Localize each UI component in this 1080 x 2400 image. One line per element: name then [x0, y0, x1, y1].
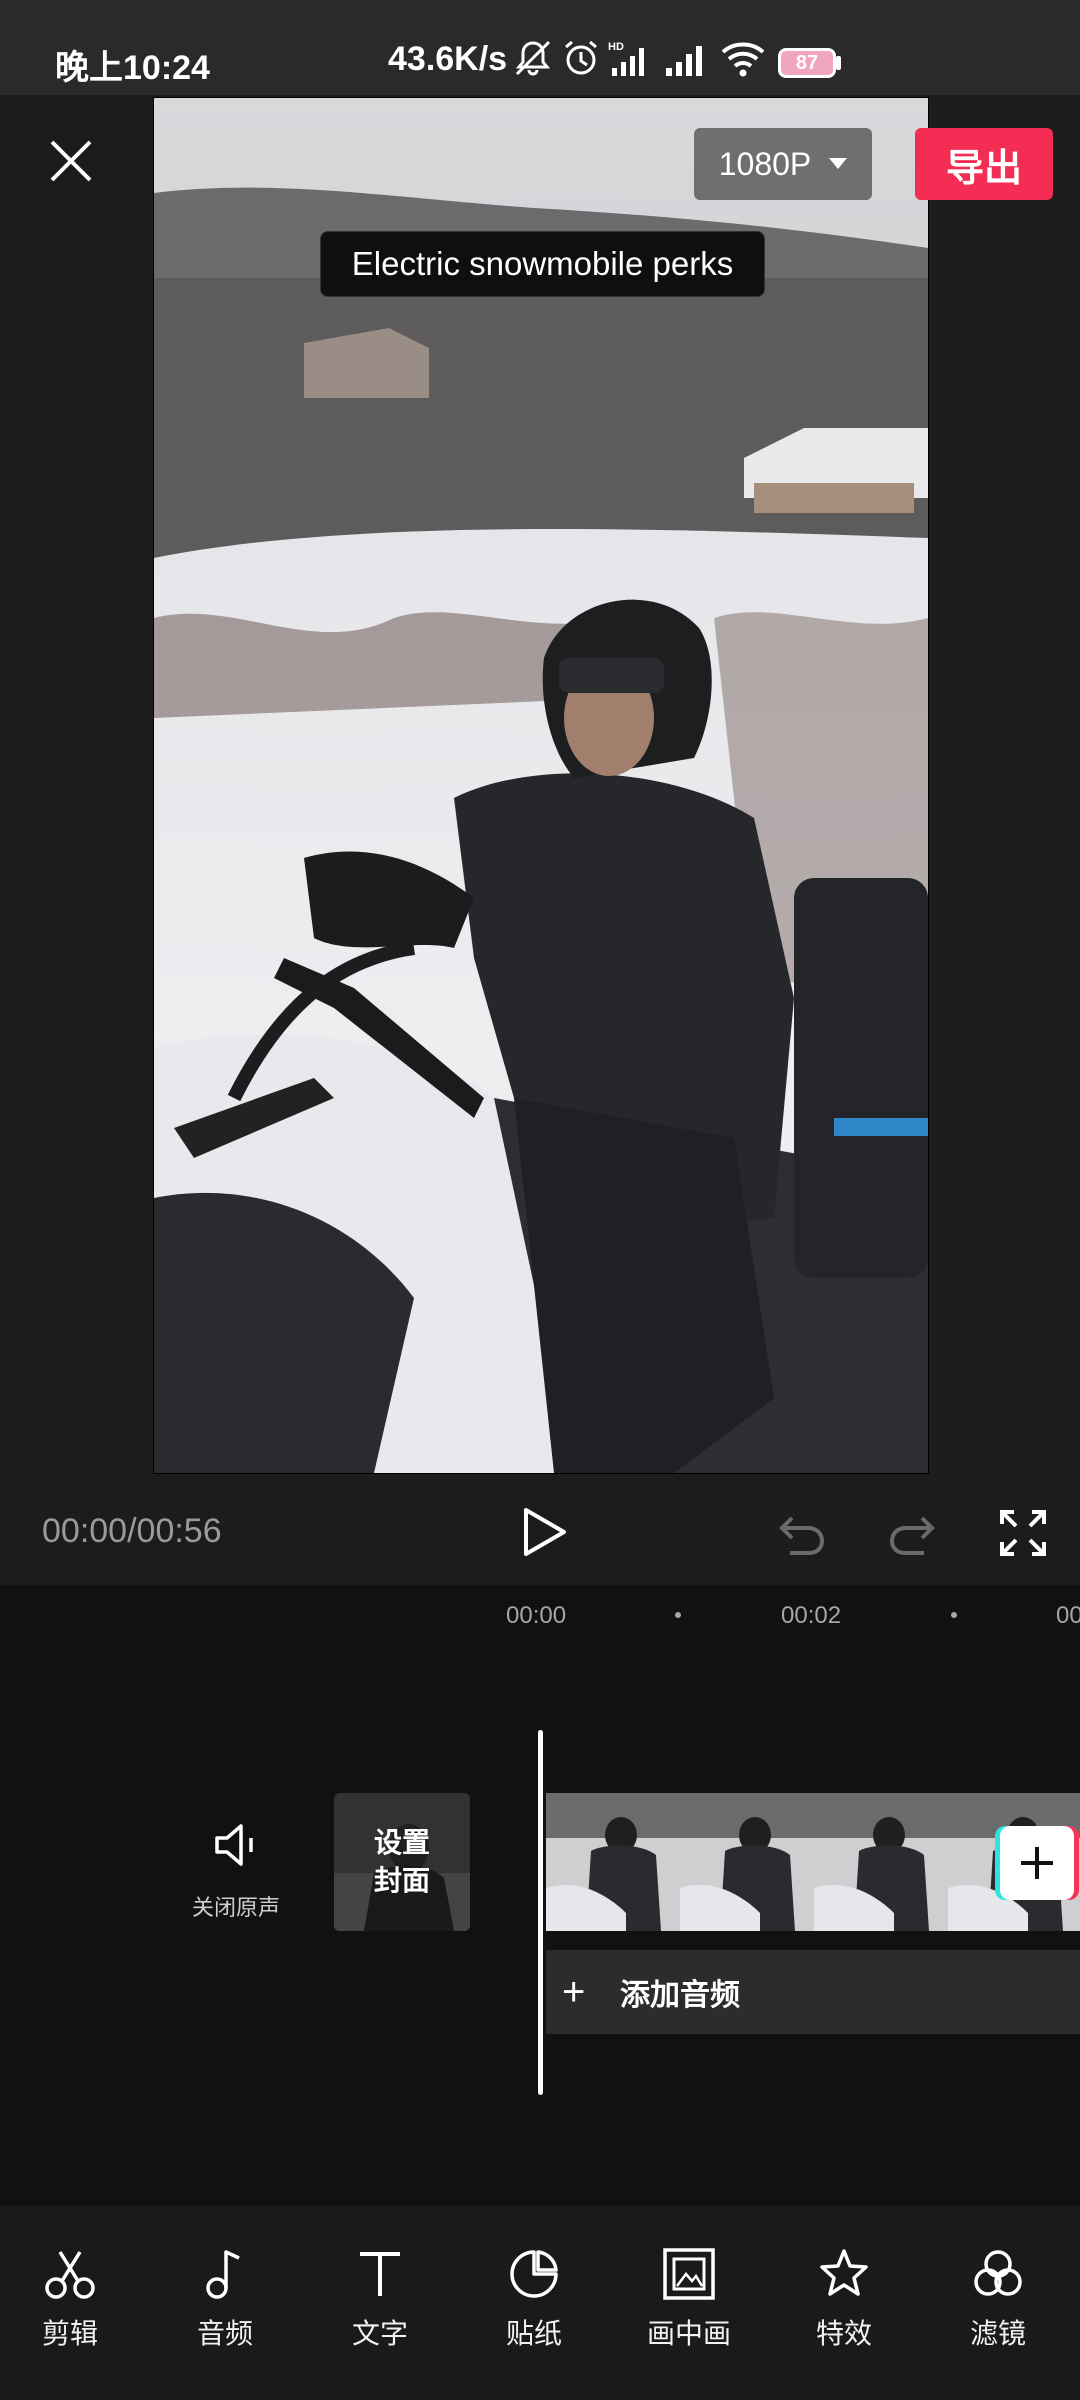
add-audio-label: 添加音频 — [620, 1979, 740, 2012]
set-cover-button[interactable]: 设置 封面 — [334, 1793, 470, 1931]
toolbar-item-filter[interactable]: 滤镜 — [928, 2246, 1068, 2366]
mute-original-audio-label: 关闭原声 — [192, 1895, 281, 1920]
text-icon — [360, 2252, 400, 2296]
sticker-icon — [510, 2250, 558, 2298]
add-audio-button[interactable]: + 添加音频 — [546, 1950, 1080, 2034]
filter-icon — [974, 2250, 1022, 2296]
status-network-speed: 43.6K/s — [388, 40, 508, 78]
toolbar-label: 文字 — [351, 2318, 408, 2349]
video-caption[interactable]: Electric snowmobile perks — [320, 231, 765, 297]
wifi-icon — [721, 42, 765, 77]
ruler-label: 00:0 — [1056, 1602, 1080, 1629]
playhead[interactable] — [538, 1730, 543, 2095]
ruler-label: 00:00 — [506, 1602, 567, 1629]
set-cover-label-line2: 封面 — [373, 1865, 430, 1896]
resolution-label: 1080P — [718, 145, 812, 182]
mute-bell-icon — [515, 40, 551, 76]
add-clip-button[interactable] — [1000, 1826, 1074, 1900]
picture-in-picture-icon — [663, 2248, 715, 2300]
toolbar-label: 特效 — [815, 2318, 872, 2349]
toolbar-item-edit[interactable]: 剪辑 — [0, 2246, 140, 2366]
hd-signal-icon: HD — [608, 41, 644, 76]
redo-icon[interactable] — [886, 1508, 938, 1558]
toolbar-label: 剪辑 — [41, 2318, 98, 2349]
chevron-down-icon — [829, 158, 848, 169]
clip-thumbnail — [546, 1793, 680, 1931]
clip-thumbnail — [814, 1793, 948, 1931]
clip-thumbnail — [680, 1793, 814, 1931]
signal-icon — [666, 46, 702, 76]
toolbar-item-sticker[interactable]: 贴纸 — [464, 2246, 604, 2366]
video-frame-image — [154, 98, 928, 1473]
playback-time: 00:00/00:56 — [42, 1512, 222, 1550]
toolbar-item-audio[interactable]: 音频 — [155, 2246, 295, 2366]
status-time: 晚上10:24 — [55, 49, 210, 87]
speaker-icon — [215, 1824, 253, 1866]
toolbar-label: 画中画 — [646, 2318, 731, 2349]
music-note-icon — [206, 2250, 240, 2299]
battery-tip — [836, 56, 841, 70]
toolbar-item-picture-in-picture[interactable]: 画中画 — [619, 2246, 759, 2366]
set-cover-label-line1: 设置 — [373, 1827, 430, 1858]
fullscreen-icon[interactable] — [998, 1508, 1048, 1558]
toolbar-label: 贴纸 — [505, 2318, 562, 2349]
plus-icon: + — [562, 1969, 586, 2014]
plus-icon — [1021, 1847, 1053, 1879]
ruler-label: 00:02 — [781, 1602, 842, 1629]
toolbar-item-text[interactable]: 文字 — [310, 2246, 450, 2366]
scissors-icon — [45, 2251, 95, 2299]
battery-icon: 87 — [778, 48, 836, 78]
export-button[interactable]: 导出 — [915, 128, 1053, 200]
undo-icon[interactable] — [776, 1508, 828, 1558]
play-icon[interactable] — [516, 1504, 572, 1560]
alarm-icon — [565, 40, 597, 75]
video-preview[interactable] — [153, 97, 929, 1474]
svg-text:HD: HD — [608, 41, 624, 53]
battery-level: 87 — [795, 51, 819, 74]
close-icon[interactable] — [40, 130, 102, 192]
ruler-dot — [951, 1612, 957, 1618]
toolbar-item-effects[interactable]: 特效 — [774, 2246, 914, 2366]
resolution-dropdown[interactable]: 1080P — [694, 128, 872, 200]
effects-star-icon — [820, 2249, 868, 2296]
toolbar-label: 音频 — [196, 2318, 253, 2349]
ruler-dot — [675, 1612, 681, 1618]
toolbar-label: 滤镜 — [969, 2318, 1026, 2349]
